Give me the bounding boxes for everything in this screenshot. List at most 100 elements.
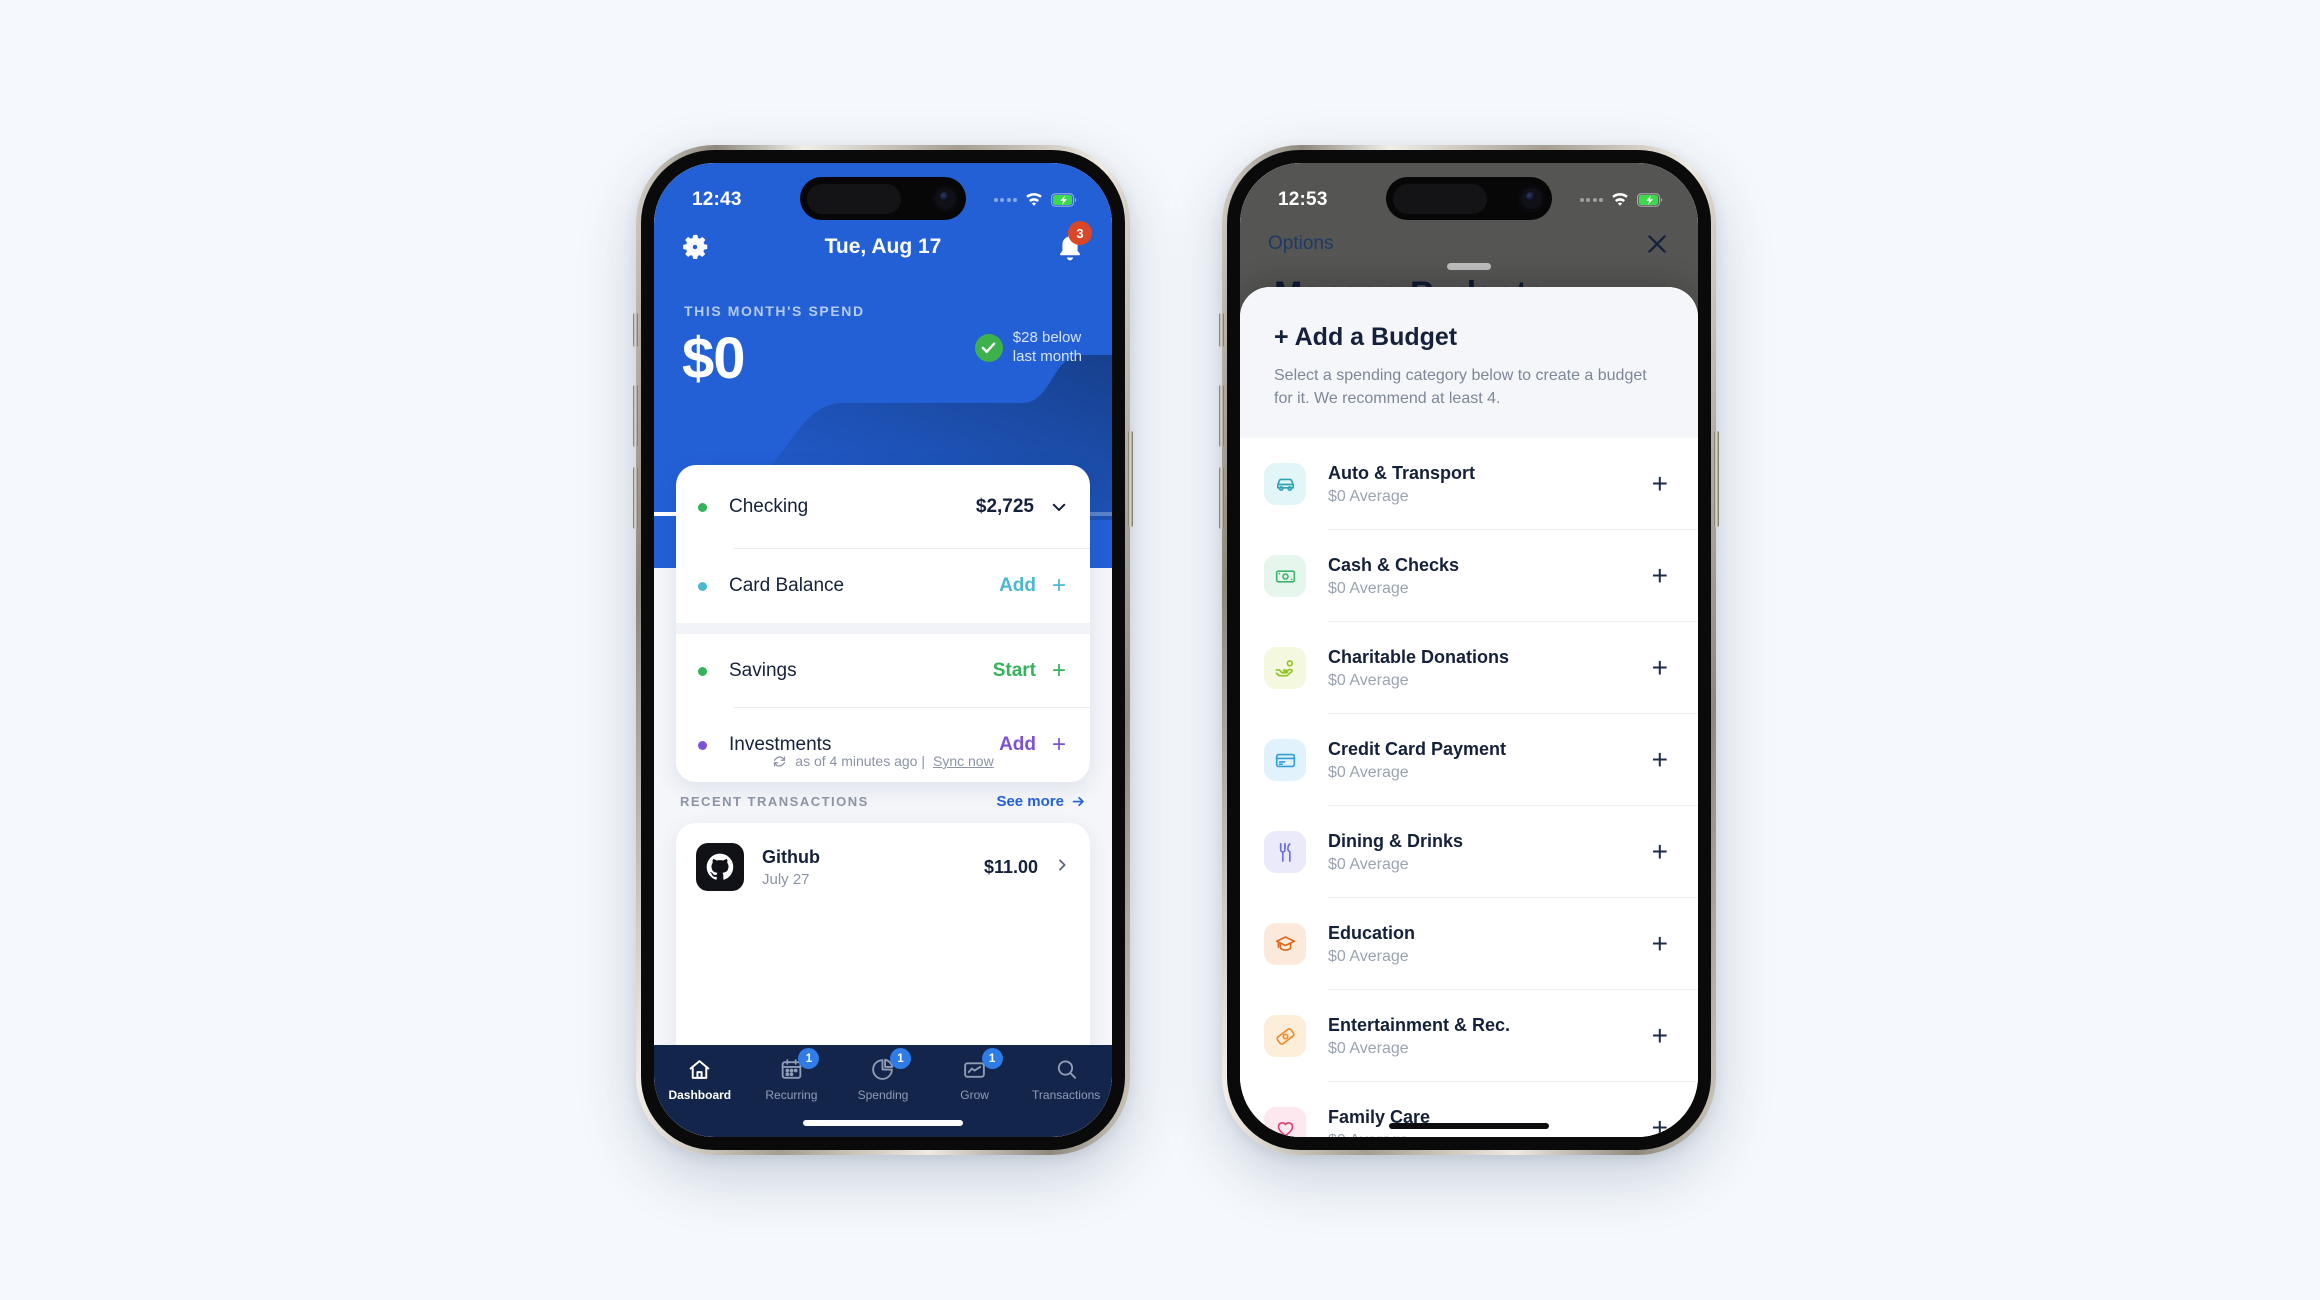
- add-category-button[interactable]: +: [1652, 562, 1668, 590]
- backdrop-topbar: Options: [1240, 221, 1698, 267]
- category-text: Education $0 Average: [1328, 923, 1652, 966]
- plus-icon[interactable]: +: [1050, 572, 1068, 600]
- pie-chart-icon: 1: [868, 1048, 911, 1083]
- category-row-cash-checks[interactable]: Cash & Checks $0 Average +: [1240, 530, 1698, 623]
- tab-recurring[interactable]: 1 Recurring: [746, 1048, 838, 1102]
- phone-device-dashboard: Tue, Aug 17 3 THIS MONTH'S SPEND $0 $28 …: [633, 145, 1133, 1155]
- options-link[interactable]: Options: [1268, 233, 1333, 255]
- account-row-savings[interactable]: Savings Start +: [676, 634, 1090, 708]
- notifications-button[interactable]: 3: [1054, 221, 1092, 263]
- dashboard-screen: Tue, Aug 17 3 THIS MONTH'S SPEND $0 $28 …: [654, 163, 1112, 1137]
- account-row-investments[interactable]: Investments Add +: [676, 708, 1090, 782]
- mute-switch[interactable]: [633, 313, 638, 347]
- see-more-link[interactable]: See more: [996, 793, 1086, 810]
- category-average: $0 Average: [1328, 763, 1409, 781]
- plus-icon[interactable]: +: [1050, 657, 1068, 685]
- tab-dashboard[interactable]: Dashboard: [654, 1055, 746, 1102]
- tab-spending[interactable]: 1 Spending: [837, 1048, 929, 1102]
- phone2-screen: Options Manage Budgets + Add a Budget Se…: [1240, 163, 1698, 1137]
- close-icon[interactable]: [1644, 231, 1670, 257]
- refresh-icon[interactable]: [772, 754, 787, 769]
- transaction-date: July 27: [762, 870, 810, 888]
- section-gap: [676, 623, 1090, 634]
- category-average: $0 Average: [1328, 671, 1409, 689]
- home-indicator[interactable]: [803, 1120, 963, 1126]
- sync-status: as of 4 minutes ago | Sync now: [654, 753, 1112, 769]
- category-name: Dining & Drinks: [1328, 830, 1464, 851]
- sync-text: as of 4 minutes ago |: [795, 753, 925, 769]
- donation-hand-icon: [1264, 647, 1306, 690]
- github-icon: [696, 843, 744, 891]
- power-button[interactable]: [1714, 431, 1719, 527]
- transaction-details: Github July 27: [762, 847, 984, 888]
- front-camera: [932, 185, 959, 212]
- tab-transactions[interactable]: Transactions: [1020, 1055, 1112, 1102]
- tab-grow[interactable]: 1 Grow: [929, 1048, 1021, 1102]
- mute-switch[interactable]: [1219, 313, 1224, 347]
- category-average: $0 Average: [1328, 855, 1409, 873]
- tab-badge: 1: [798, 1048, 820, 1069]
- phone-device-add-budget: Options Manage Budgets + Add a Budget Se…: [1219, 145, 1719, 1155]
- phone-bezel: Tue, Aug 17 3 THIS MONTH'S SPEND $0 $28 …: [641, 150, 1125, 1150]
- status-dot: [698, 666, 707, 676]
- ticket-icon: [1264, 1015, 1306, 1058]
- category-average: $0 Average: [1328, 947, 1409, 965]
- volume-up-button[interactable]: [1219, 385, 1224, 447]
- category-average: $0 Average: [1328, 579, 1409, 597]
- category-list: Auto & Transport $0 Average + Cash & Che…: [1240, 438, 1698, 1137]
- spend-note-line2: last month: [1012, 347, 1082, 365]
- transaction-row[interactable]: Github July 27 $11.00: [676, 823, 1090, 911]
- category-name: Entertainment & Rec.: [1328, 1014, 1511, 1035]
- add-category-button[interactable]: +: [1652, 746, 1668, 774]
- category-text: Auto & Transport $0 Average: [1328, 463, 1652, 506]
- calendar-icon: 1: [776, 1048, 820, 1083]
- category-row-auto-transport[interactable]: Auto & Transport $0 Average +: [1240, 438, 1698, 531]
- add-category-button[interactable]: +: [1652, 838, 1668, 866]
- category-text: Family Care $0 Average: [1328, 1107, 1652, 1137]
- add-category-button[interactable]: +: [1652, 1022, 1668, 1050]
- volume-down-button[interactable]: [1219, 467, 1224, 529]
- home-indicator[interactable]: [1389, 1123, 1549, 1129]
- chevron-right-icon[interactable]: [1054, 857, 1070, 878]
- add-category-button[interactable]: +: [1652, 470, 1668, 498]
- tab-badge: 1: [981, 1048, 1003, 1069]
- category-row-dining-drinks[interactable]: Dining & Drinks $0 Average +: [1240, 806, 1698, 899]
- chevron-down-icon[interactable]: [1050, 498, 1068, 516]
- add-category-button[interactable]: +: [1652, 1114, 1668, 1137]
- spend-note-line1: $28 below: [1012, 329, 1082, 346]
- volume-down-button[interactable]: [633, 467, 638, 529]
- account-row-card-balance[interactable]: Card Balance Add +: [676, 549, 1090, 623]
- category-name: Charitable Donations: [1328, 646, 1510, 667]
- gear-icon[interactable]: [680, 232, 710, 262]
- trending-up-icon: 1: [960, 1048, 1003, 1083]
- add-category-button[interactable]: +: [1652, 930, 1668, 958]
- category-row-credit-card-payment[interactable]: Credit Card Payment $0 Average +: [1240, 714, 1698, 807]
- transaction-amount: $11.00: [983, 856, 1038, 877]
- account-row-checking[interactable]: Checking $2,725: [676, 465, 1090, 549]
- sync-now-link[interactable]: Sync now: [933, 753, 994, 769]
- power-button[interactable]: [1128, 431, 1133, 527]
- island-pill: [807, 183, 901, 214]
- category-text: Charitable Donations $0 Average: [1328, 647, 1652, 690]
- volume-up-button[interactable]: [633, 385, 638, 447]
- phone-bezel: Options Manage Budgets + Add a Budget Se…: [1227, 150, 1711, 1150]
- category-text: Entertainment & Rec. $0 Average: [1328, 1015, 1652, 1058]
- graduation-cap-icon: [1264, 923, 1306, 966]
- category-row-education[interactable]: Education $0 Average +: [1240, 898, 1698, 991]
- category-name: Credit Card Payment: [1328, 738, 1507, 759]
- tab-label: Transactions: [1032, 1088, 1101, 1102]
- tab-label: Dashboard: [668, 1088, 732, 1102]
- category-row-charitable-donations[interactable]: Charitable Donations $0 Average +: [1240, 622, 1698, 715]
- category-average: $0 Average: [1328, 1039, 1409, 1057]
- category-name: Auto & Transport: [1328, 462, 1475, 483]
- tab-badge: 1: [889, 1048, 911, 1069]
- sheet-drag-handle[interactable]: [1447, 263, 1491, 270]
- see-more-label: See more: [996, 793, 1064, 810]
- account-action-link[interactable]: Start: [993, 660, 1036, 682]
- account-action-link[interactable]: Add: [999, 575, 1036, 597]
- account-balance: $2,725: [975, 496, 1034, 517]
- add-category-button[interactable]: +: [1652, 654, 1668, 682]
- category-row-entertainment-rec[interactable]: Entertainment & Rec. $0 Average +: [1240, 990, 1698, 1083]
- category-average: $0 Average: [1328, 1132, 1652, 1137]
- add-budget-screen: Options Manage Budgets + Add a Budget Se…: [1240, 163, 1698, 1137]
